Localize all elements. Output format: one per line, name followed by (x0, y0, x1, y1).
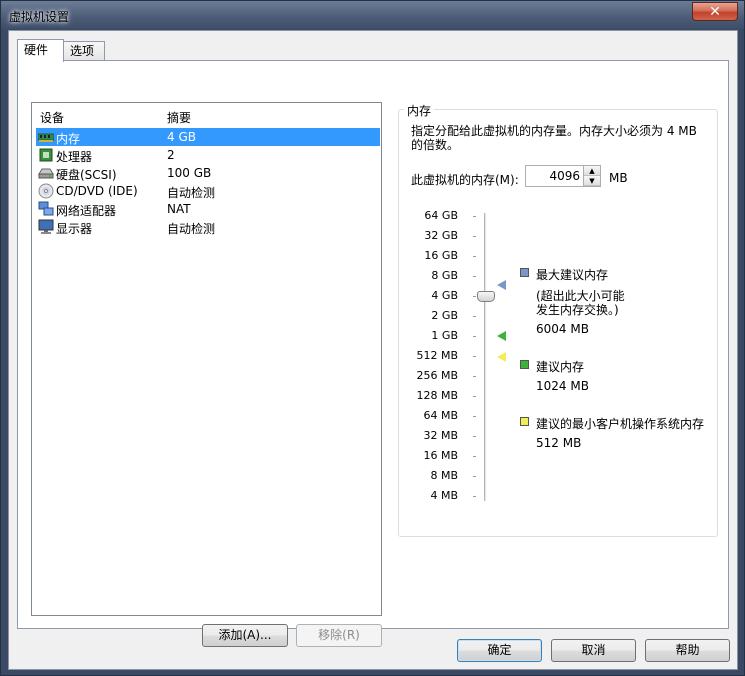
memory-scale-tick (473, 356, 476, 357)
memory-scale-label: 64 GB (424, 209, 458, 222)
device-row-network-adapter[interactable]: 网络适配器 NAT (36, 200, 380, 218)
memory-description: 指定分配给此虚拟机的内存量。内存大小必须为 4 MB 的倍数。 (411, 124, 697, 152)
monitor-icon (38, 219, 54, 235)
min-guest-marker-icon (497, 352, 506, 362)
memory-field-label: 此虚拟机的内存(M): (411, 173, 519, 187)
title-bar[interactable]: 虚拟机设置 ✕ (1, 1, 744, 29)
max-recommended-legend-icon (520, 268, 529, 277)
memory-scale-label: 256 MB (416, 369, 458, 382)
tab-hardware[interactable]: 硬件 (17, 39, 64, 62)
device-row-harddisk[interactable]: 硬盘(SCSI) 100 GB (36, 164, 380, 182)
device-summary: 自动检测 (167, 222, 216, 236)
cancel-button[interactable]: 取消 (551, 639, 636, 662)
memory-stepper[interactable]: 4096 ▲ ▼ (525, 165, 601, 187)
memory-scale-tick (473, 416, 476, 417)
memory-scale-label: 16 MB (423, 449, 458, 462)
memory-scale-label: 32 MB (423, 429, 458, 442)
memory-unit-label: MB (609, 171, 628, 185)
memory-scale-tick (473, 496, 476, 497)
ok-button[interactable]: 确定 (457, 639, 542, 662)
max-recommended-note-line2: 发生内存交换。) (536, 303, 619, 317)
close-button[interactable]: ✕ (692, 2, 738, 21)
add-device-button[interactable]: 添加(A)... (202, 624, 288, 647)
memory-value-input[interactable]: 4096 (549, 169, 580, 183)
min-guest-value: 512 MB (536, 436, 582, 450)
memory-scale-label: 4 GB (431, 289, 458, 302)
memory-scale-tick (473, 256, 476, 257)
memory-scale-tick (473, 236, 476, 237)
memory-scale-label: 32 GB (424, 229, 458, 242)
memory-scale-tick (473, 316, 476, 317)
memory-scale-label: 16 GB (424, 249, 458, 262)
network-adapter-icon (38, 201, 54, 217)
memory-slider-thumb[interactable] (477, 291, 495, 302)
memory-scale-label: 128 MB (416, 389, 458, 402)
device-summary: 自动检测 (167, 186, 216, 200)
tab-options[interactable]: 选项 (63, 41, 105, 61)
device-name: 内存 (56, 132, 81, 146)
min-guest-title: 建议的最小客户机操作系统内存 (536, 417, 705, 431)
stepper-down-icon[interactable]: ▼ (584, 176, 600, 186)
harddisk-icon (38, 165, 54, 181)
memory-scale-tick (473, 276, 476, 277)
device-row-memory[interactable]: 内存 4 GB (36, 128, 380, 146)
memory-slider-track[interactable] (484, 213, 487, 501)
memory-scale-tick (473, 296, 476, 297)
dialog-client-area: 硬件 选项 设备 摘要 内存 4 GB 处理器 2 硬盘(SCSI) 100 G… (8, 30, 738, 670)
memory-group-title: 内存 (404, 102, 435, 119)
device-name: 网络适配器 (56, 204, 117, 218)
help-button[interactable]: 帮助 (645, 639, 730, 662)
memory-scale-label: 4 MB (430, 489, 458, 502)
recommended-value: 1024 MB (536, 379, 589, 393)
memory-scale-tick (473, 456, 476, 457)
memory-scale-tick (473, 396, 476, 397)
recommended-marker-icon (497, 331, 506, 341)
device-row-cd-dvd[interactable]: CD/DVD (IDE) 自动检测 (36, 182, 380, 200)
memory-scale-tick (473, 216, 476, 217)
column-header-summary[interactable]: 摘要 (167, 109, 191, 126)
memory-scale-label: 1 GB (431, 329, 458, 342)
memory-scale-tick (473, 436, 476, 437)
device-list[interactable]: 设备 摘要 内存 4 GB 处理器 2 硬盘(SCSI) 100 GB CD/D… (31, 102, 382, 616)
column-header-device[interactable]: 设备 (40, 109, 64, 126)
device-name: CD/DVD (IDE) (56, 184, 138, 198)
device-name: 显示器 (56, 222, 93, 236)
memory-scale-tick (473, 476, 476, 477)
memory-scale-tick (473, 336, 476, 337)
remove-device-button[interactable]: 移除(R) (296, 624, 382, 647)
recommended-legend-icon (520, 360, 529, 369)
device-name: 硬盘(SCSI) (56, 168, 117, 182)
device-list-header: 设备 摘要 (32, 103, 381, 127)
close-icon: ✕ (709, 3, 721, 20)
device-row-processor[interactable]: 处理器 2 (36, 146, 380, 164)
memory-icon (37, 129, 55, 145)
processor-icon (38, 147, 54, 163)
stepper-arrows: ▲ ▼ (583, 166, 600, 186)
recommended-title: 建议内存 (536, 360, 585, 374)
vm-settings-window: 虚拟机设置 ✕ 硬件 选项 设备 摘要 内存 4 GB 处理器 2 硬盘(SCS… (0, 0, 745, 676)
stepper-up-icon[interactable]: ▲ (584, 166, 600, 176)
max-recommended-value: 6004 MB (536, 322, 589, 336)
min-guest-legend-icon (520, 417, 529, 426)
window-title: 虚拟机设置 (9, 10, 70, 24)
max-recommended-marker-icon (497, 280, 506, 290)
cd-dvd-icon (38, 183, 54, 199)
max-recommended-title: 最大建议内存 (536, 268, 609, 282)
memory-scale-label: 512 MB (416, 349, 458, 362)
device-summary: 4 GB (167, 130, 196, 144)
memory-scale-tick (473, 376, 476, 377)
memory-scale-label: 64 MB (423, 409, 458, 422)
memory-scale-label: 8 GB (431, 269, 458, 282)
device-summary: 100 GB (167, 166, 212, 180)
memory-scale-label: 8 MB (430, 469, 458, 482)
memory-scale-label: 2 GB (431, 309, 458, 322)
device-summary: NAT (167, 202, 191, 216)
device-name: 处理器 (56, 150, 93, 164)
device-row-monitor[interactable]: 显示器 自动检测 (36, 218, 380, 236)
device-summary: 2 (167, 148, 175, 162)
hardware-tab-panel: 设备 摘要 内存 4 GB 处理器 2 硬盘(SCSI) 100 GB CD/D… (17, 60, 729, 647)
